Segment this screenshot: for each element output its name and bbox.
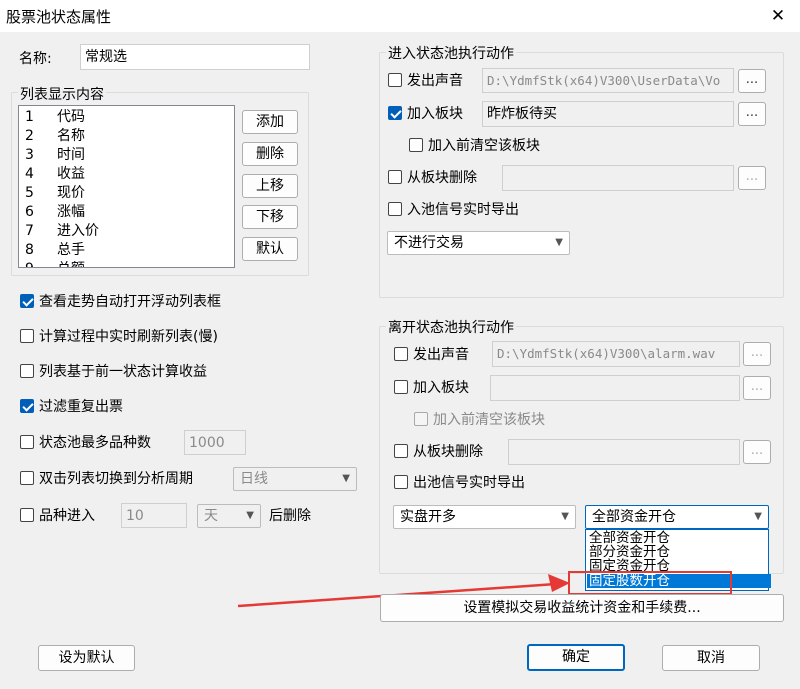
leave-clear-block-checkbox[interactable] <box>414 412 428 426</box>
enter-sound-browse-button[interactable]: ... <box>738 69 766 93</box>
realtime-refresh-label: 计算过程中实时刷新列表(慢) <box>39 329 218 345</box>
symbol-enter-checkbox[interactable] <box>20 508 34 522</box>
move-up-button[interactable]: 上移 <box>242 174 298 198</box>
simulate-settings-button[interactable]: 设置模拟交易收益统计资金和手续费... <box>380 594 784 622</box>
leave-remove-block-browse-button[interactable]: ... <box>743 440 771 464</box>
enter-sound-checkbox[interactable] <box>388 73 402 87</box>
period-select[interactable]: 日线 ▼ <box>233 467 357 491</box>
enter-remove-block-input[interactable] <box>502 165 734 191</box>
enter-remove-block-label: 从板块删除 <box>407 170 477 186</box>
auto-open-float-list-checkbox[interactable] <box>20 294 34 308</box>
leave-remove-block-label: 从板块删除 <box>413 444 483 460</box>
chevron-down-icon: ▼ <box>555 237 563 248</box>
enter-clear-block-checkbox[interactable] <box>409 138 423 152</box>
realtime-refresh-checkbox[interactable] <box>20 329 34 343</box>
leave-export-label: 出池信号实时导出 <box>413 475 525 491</box>
leave-sound-path-input[interactable]: D:\YdmfStk(x64)V300\alarm.wav <box>492 341 740 367</box>
enter-sound-path-input[interactable]: D:\YdmfStk(x64)V300\UserData\Vo <box>482 68 734 93</box>
leave-clear-block-label: 加入前清空该板块 <box>433 412 545 428</box>
prev-state-profit-checkbox[interactable] <box>20 364 34 378</box>
max-symbols-label: 状态池最多品种数 <box>39 435 151 451</box>
max-symbols-input[interactable]: 1000 <box>184 430 246 455</box>
list-item[interactable]: 1 代码 <box>25 108 85 127</box>
add-column-button[interactable]: 添加 <box>242 110 298 134</box>
symbol-enter-label: 品种进入 <box>39 508 95 524</box>
dropdown-option[interactable]: 全部资金开仓 <box>587 531 771 545</box>
annotation-highlight-box <box>568 571 732 595</box>
list-display-group-label: 列表显示内容 <box>18 84 106 104</box>
leave-add-block-label: 加入板块 <box>413 380 469 396</box>
dblclick-period-label: 双击列表切换到分析周期 <box>39 471 193 487</box>
title-bar <box>0 0 800 32</box>
close-icon[interactable]: ✕ <box>764 2 792 30</box>
list-item[interactable]: 5 现价 <box>25 184 85 203</box>
list-item[interactable]: 6 涨幅 <box>25 203 85 222</box>
enter-sound-label: 发出声音 <box>407 73 463 89</box>
list-item[interactable]: 9总额 <box>25 260 85 267</box>
cancel-button[interactable]: 取消 <box>662 645 760 671</box>
chevron-down-icon: ▼ <box>754 511 762 522</box>
leave-remove-block-input[interactable] <box>508 439 740 465</box>
delete-column-button[interactable]: 删除 <box>242 142 298 166</box>
enter-remove-block-browse-button[interactable]: ... <box>738 166 766 190</box>
name-label: 名称: <box>19 51 52 67</box>
dropdown-option[interactable]: 部分资金开仓 <box>587 545 771 559</box>
leave-actions-group-label: 离开状态池执行动作 <box>386 317 516 337</box>
leave-trade-select[interactable]: 实盘开多 ▼ <box>393 505 576 529</box>
window-title: 股票池状态属性 <box>6 8 112 26</box>
filter-duplicates-label: 过滤重复出票 <box>39 399 123 415</box>
enter-export-label: 入池信号实时导出 <box>407 202 519 218</box>
dblclick-period-checkbox[interactable] <box>20 471 34 485</box>
name-input[interactable]: 常规选 <box>80 44 310 70</box>
days-unit-select[interactable]: 天 ▼ <box>197 504 261 528</box>
list-item[interactable]: 2 名称 <box>25 127 85 146</box>
enter-clear-block-label: 加入前清空该板块 <box>428 138 540 154</box>
default-columns-button[interactable]: 默认 <box>242 237 298 261</box>
prev-state-profit-label: 列表基于前一状态计算收益 <box>39 364 207 380</box>
enter-add-block-checkbox[interactable] <box>388 106 402 120</box>
max-symbols-checkbox[interactable] <box>20 435 34 449</box>
fund-mode-select[interactable]: 全部资金开仓 ▼ <box>585 505 769 529</box>
enter-trade-select[interactable]: 不进行交易 ▼ <box>387 231 570 255</box>
leave-block-input[interactable] <box>490 375 740 401</box>
move-down-button[interactable]: 下移 <box>242 205 298 229</box>
chevron-down-icon: ▼ <box>246 510 254 521</box>
leave-export-checkbox[interactable] <box>394 475 408 489</box>
list-item[interactable]: 8 总手 <box>25 241 85 260</box>
auto-open-float-list-label: 查看走势自动打开浮动列表框 <box>39 294 221 310</box>
leave-sound-checkbox[interactable] <box>394 347 408 361</box>
enter-block-input[interactable]: 昨炸板待买 <box>482 101 734 127</box>
enter-export-checkbox[interactable] <box>388 202 402 216</box>
enter-remove-block-checkbox[interactable] <box>388 170 402 184</box>
enter-add-block-label: 加入板块 <box>407 106 463 122</box>
leave-remove-block-checkbox[interactable] <box>394 444 408 458</box>
enter-block-browse-button[interactable]: ... <box>738 102 766 126</box>
filter-duplicates-checkbox[interactable] <box>20 399 34 413</box>
leave-block-browse-button[interactable]: ... <box>743 376 771 400</box>
set-default-button[interactable]: 设为默认 <box>38 645 135 671</box>
enter-actions-group-label: 进入状态池执行动作 <box>386 43 516 63</box>
list-item[interactable]: 3 时间 <box>25 146 85 165</box>
columns-listbox[interactable]: 1代码 2名称 3时间 4收益 5现价 6涨幅 7进入价 8总手 9总额 <box>18 105 235 268</box>
days-input[interactable]: 10 <box>121 503 187 528</box>
delete-after-label: 后删除 <box>269 508 311 524</box>
leave-sound-label: 发出声音 <box>413 347 469 363</box>
leave-sound-browse-button[interactable]: ... <box>743 342 771 366</box>
chevron-down-icon: ▼ <box>561 511 569 522</box>
list-item[interactable]: 4 收益 <box>25 165 85 184</box>
ok-button[interactable]: 确定 <box>527 644 625 671</box>
list-item[interactable]: 7 进入价 <box>25 222 99 241</box>
chevron-down-icon: ▼ <box>342 473 350 484</box>
leave-add-block-checkbox[interactable] <box>394 380 408 394</box>
